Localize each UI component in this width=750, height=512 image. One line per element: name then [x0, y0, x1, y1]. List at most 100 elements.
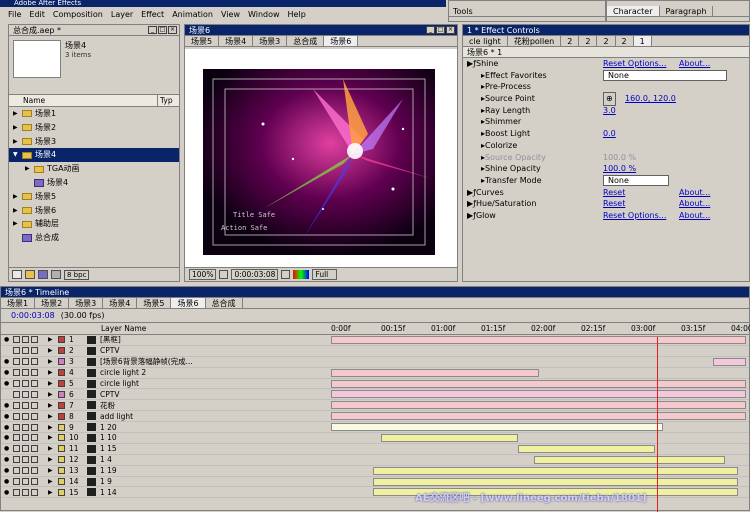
project-item[interactable]: ▶ 场景5 [9, 190, 179, 204]
disclosure-closed-icon[interactable]: ▶ [48, 402, 58, 409]
layer-row[interactable]: ● ▶ 7 花粉 [1, 400, 749, 412]
visibility-eye-icon[interactable]: ● [1, 434, 13, 441]
switch-box[interactable] [31, 434, 38, 442]
layer-name[interactable]: [黑框] [100, 334, 220, 345]
layer-duration-bar[interactable] [372, 466, 738, 475]
visibility-eye-icon[interactable]: ● [1, 380, 13, 387]
resolution-dropdown[interactable]: Full [312, 269, 338, 280]
reset-link[interactable]: Reset Options... [603, 210, 666, 222]
close-icon[interactable]: × [168, 26, 177, 34]
switch-box[interactable] [31, 412, 38, 420]
layer-label-color[interactable] [58, 401, 65, 409]
switch-box[interactable] [13, 412, 20, 420]
effect-value[interactable]: 100.0 % [603, 152, 636, 164]
switch-box[interactable] [13, 467, 20, 475]
layer-row[interactable]: ● ▶ 1 [黑框] [1, 335, 749, 346]
project-item[interactable]: ▶ 场景6 [9, 204, 179, 218]
crosshair-icon[interactable]: ⊕ [603, 92, 616, 106]
viewer-tab[interactable]: 场景3 [253, 36, 288, 46]
switch-box[interactable] [13, 358, 20, 366]
project-item[interactable]: ▼ 场景4 [9, 148, 179, 163]
maximize-icon[interactable]: □ [436, 26, 445, 34]
maximize-icon[interactable]: □ [158, 26, 167, 34]
effect-value[interactable]: 100.0 % [603, 163, 636, 175]
close-icon[interactable]: × [446, 26, 455, 34]
switch-box[interactable] [31, 478, 38, 486]
switch-box[interactable] [13, 390, 20, 398]
switch-box[interactable] [13, 401, 20, 409]
layer-name[interactable]: add light [100, 412, 220, 421]
visibility-eye-icon[interactable]: ● [1, 402, 13, 409]
layer-duration-bar[interactable] [712, 357, 746, 366]
switch-box[interactable] [22, 488, 29, 496]
layer-name[interactable]: [场景6背景落幅静帧(完成... [100, 356, 220, 367]
about-link[interactable]: About... [679, 198, 710, 210]
layer-label-color[interactable] [58, 445, 65, 453]
timeline-tab[interactable]: 场景3 [69, 298, 104, 308]
grid-icon[interactable] [219, 270, 229, 279]
disclosure-closed-icon[interactable]: ▶ [48, 380, 58, 387]
layer-row[interactable]: ● ▶ 9 1 20 [1, 422, 749, 434]
visibility-eye-icon[interactable]: ● [1, 489, 13, 496]
tab-paragraph[interactable]: Paragraph [660, 6, 714, 16]
project-item[interactable]: 总合成 [9, 231, 179, 245]
switch-box[interactable] [13, 445, 20, 453]
switch-box[interactable] [13, 478, 20, 486]
layer-duration-bar[interactable] [331, 401, 746, 410]
visibility-eye-icon[interactable]: ● [1, 424, 13, 431]
comp-frame[interactable]: Title Safe Action Safe [203, 69, 435, 255]
switch-box[interactable] [13, 423, 20, 431]
layer-label-color[interactable] [58, 456, 65, 464]
effect-tab[interactable]: 1 [633, 36, 652, 46]
layer-name[interactable]: 1 10 [100, 433, 220, 442]
disclosure-closed-icon[interactable]: ▶ [48, 445, 58, 452]
switch-box[interactable] [22, 412, 29, 420]
effect-tab[interactable]: 2 [561, 36, 580, 46]
switch-box[interactable] [13, 456, 20, 464]
layer-duration-bar[interactable] [380, 434, 518, 443]
layer-row[interactable]: ● ▶ 12 1 4 [1, 455, 749, 466]
layer-label-color[interactable] [58, 488, 65, 496]
switch-box[interactable] [22, 445, 29, 453]
visibility-eye-icon[interactable]: ● [1, 413, 13, 420]
layer-name[interactable]: 1 20 [100, 423, 220, 432]
effect-dropdown[interactable]: None [603, 70, 727, 82]
new-comp-icon[interactable] [38, 270, 48, 279]
current-time-display[interactable]: 0:00:03:08 [231, 269, 279, 280]
switch-box[interactable] [22, 380, 29, 387]
disclosure-closed-icon[interactable]: ▶ [48, 424, 58, 431]
disclosure-closed-icon[interactable]: ▶ [13, 107, 22, 121]
layer-name[interactable]: CPTV [100, 390, 220, 399]
about-link[interactable]: About... [679, 187, 710, 199]
layer-label-color[interactable] [58, 478, 65, 486]
effect-dropdown[interactable]: None [603, 175, 669, 187]
menu-item-composition[interactable]: Composition [53, 10, 103, 19]
switch-box[interactable] [22, 456, 29, 464]
layer-name[interactable]: 1 19 [100, 466, 220, 475]
layer-label-color[interactable] [58, 347, 65, 355]
timeline-tab[interactable]: 场景1 [1, 298, 36, 308]
layer-duration-bar[interactable] [372, 477, 738, 486]
layer-name[interactable]: 1 15 [100, 444, 220, 453]
disclosure-closed-icon[interactable]: ▶ [48, 434, 58, 441]
layer-label-color[interactable] [58, 467, 65, 475]
switch-box[interactable] [31, 456, 38, 464]
disclosure-closed-icon[interactable]: ▶ [13, 135, 22, 149]
layer-row[interactable]: ● ▶ 14 1 9 [1, 477, 749, 488]
interpret-footage-icon[interactable] [12, 270, 22, 279]
layer-label-color[interactable] [58, 369, 65, 377]
switch-box[interactable] [22, 401, 29, 409]
switch-box[interactable] [22, 369, 29, 377]
switch-box[interactable] [31, 358, 38, 366]
trash-icon[interactable] [51, 270, 61, 279]
effect-tab[interactable]: 2 [616, 36, 634, 46]
layer-label-color[interactable] [58, 390, 65, 398]
disclosure-closed-icon[interactable]: ▶ [48, 413, 58, 420]
layer-duration-bar[interactable] [331, 390, 746, 399]
visibility-eye-icon[interactable]: ● [1, 336, 13, 343]
disclosure-closed-icon[interactable]: ▶ [13, 204, 22, 218]
layer-duration-bar[interactable] [534, 455, 726, 464]
timeline-tab[interactable]: 场景4 [103, 298, 138, 308]
switch-box[interactable] [31, 336, 38, 344]
effect-value[interactable]: 3.0 [603, 105, 616, 117]
